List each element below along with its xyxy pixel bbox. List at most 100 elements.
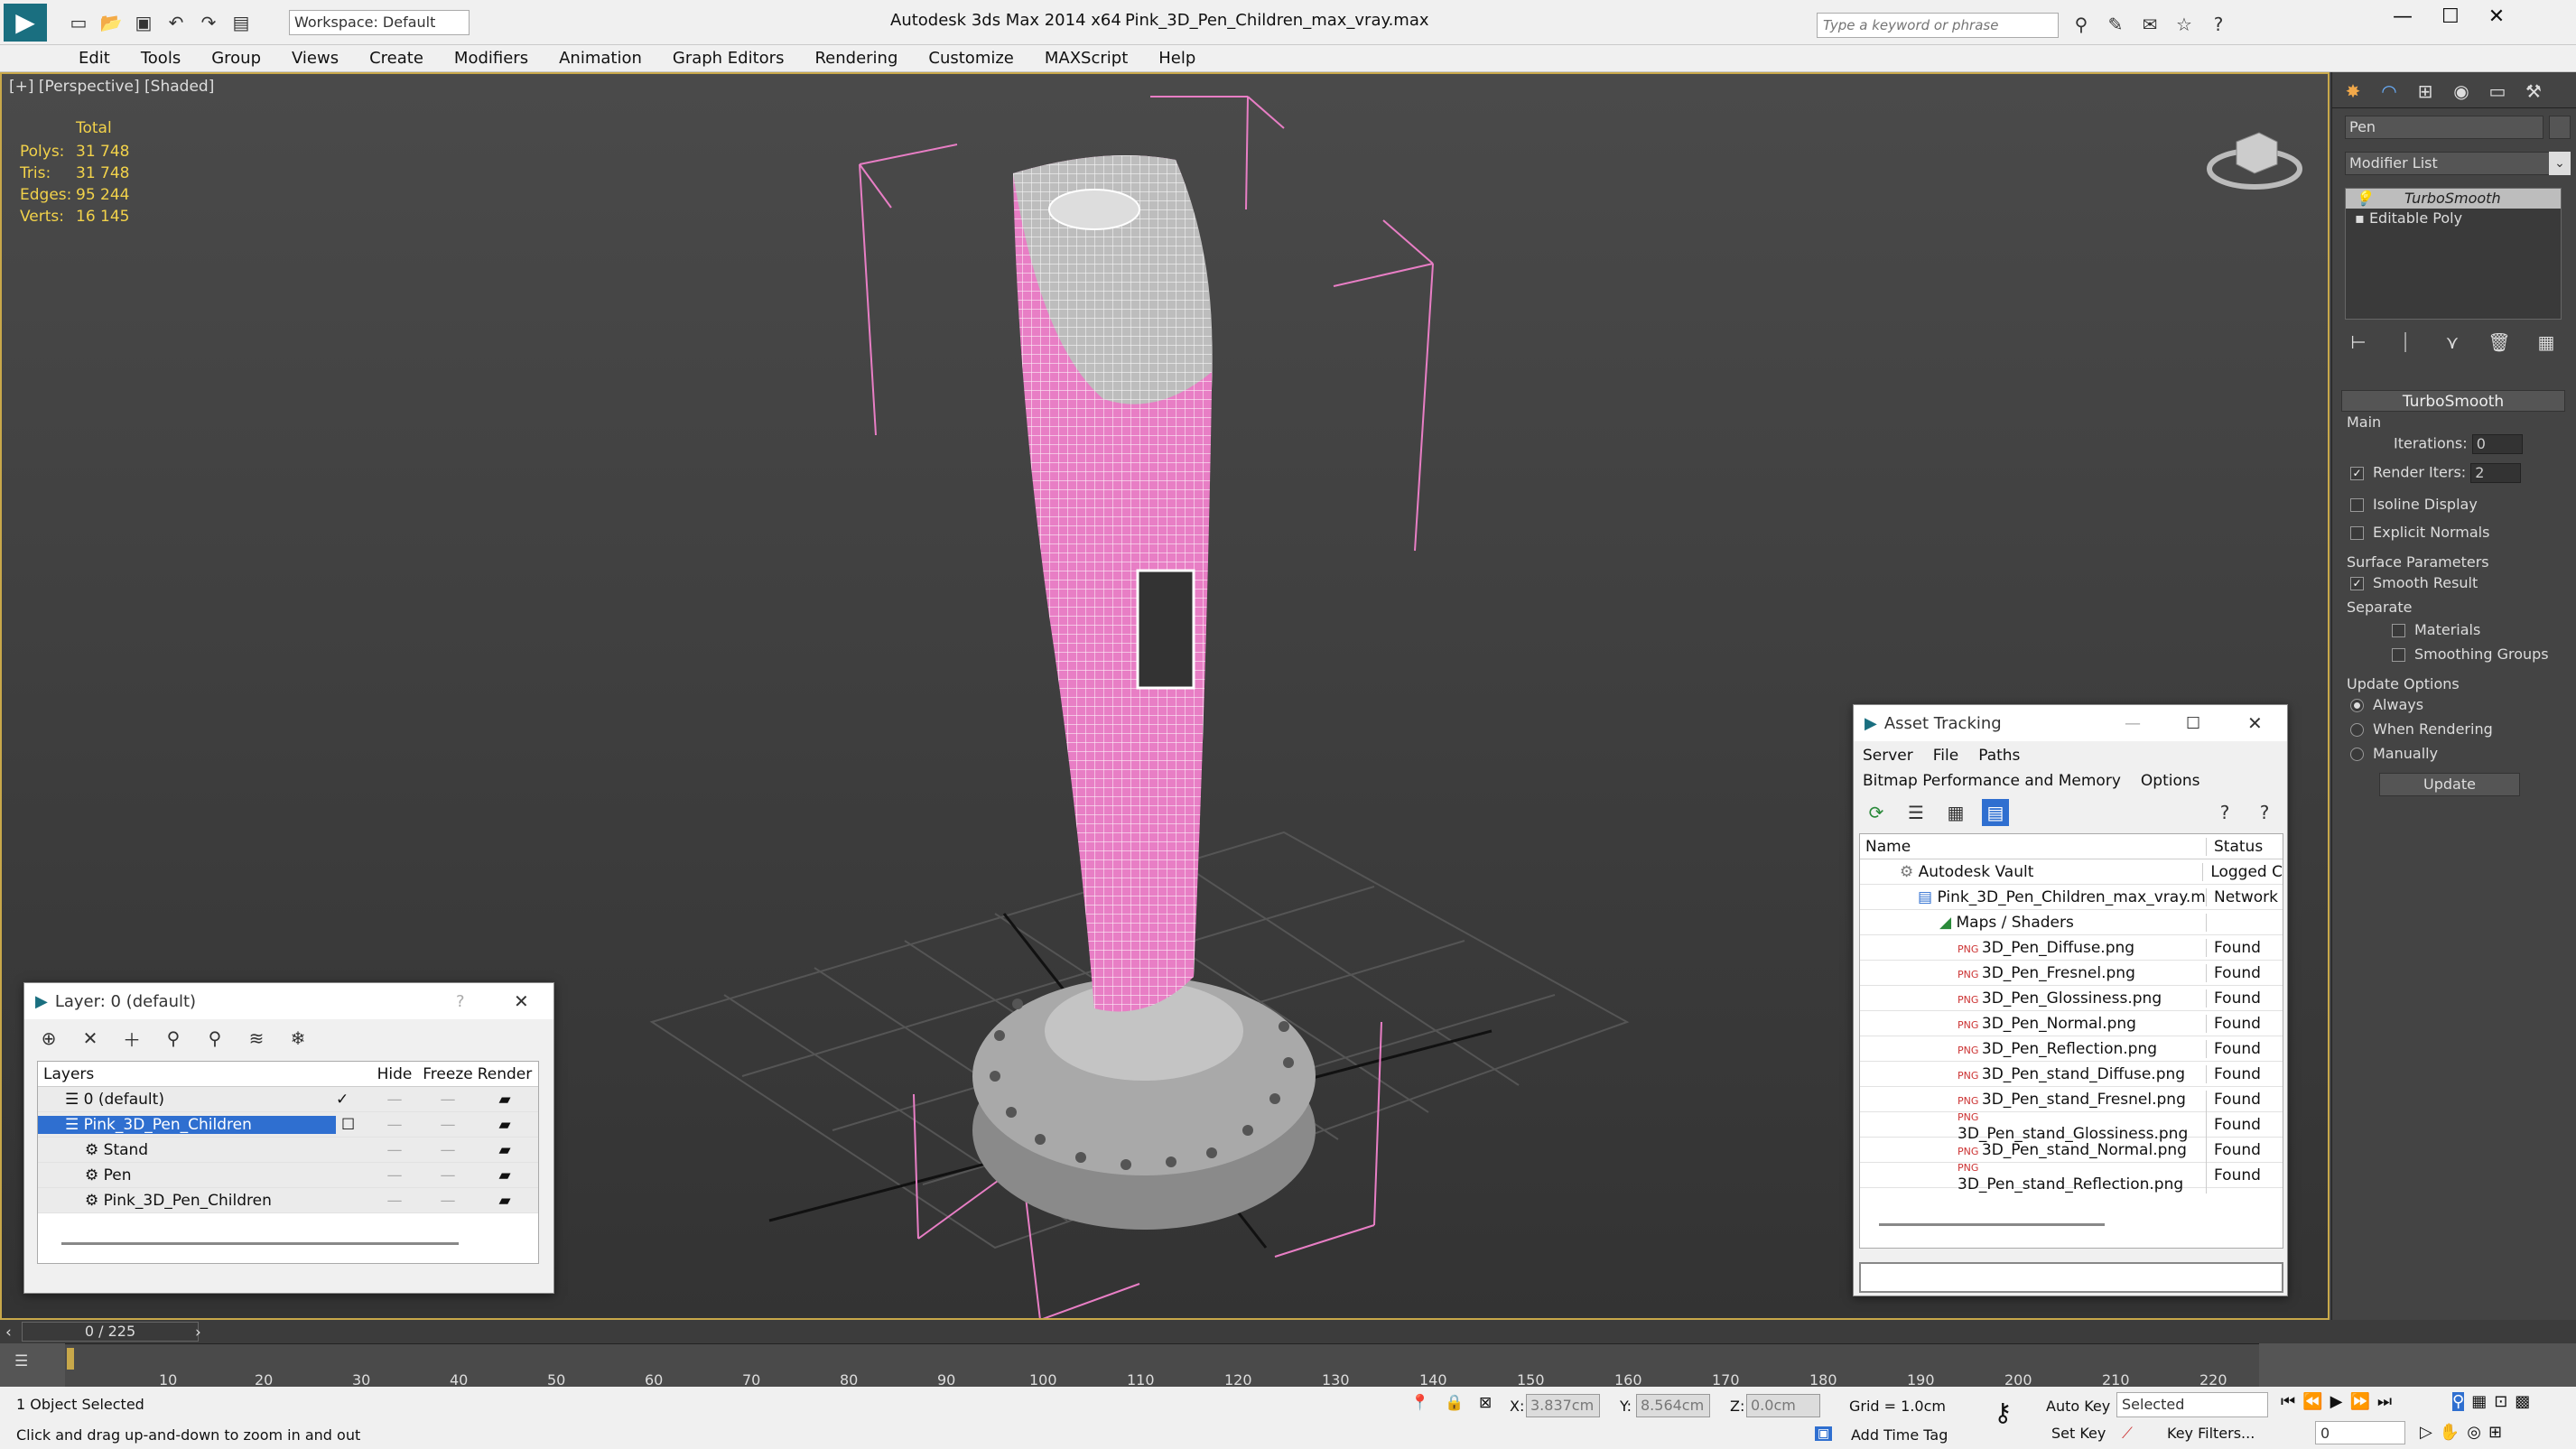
- asset-row[interactable]: ▤ Pink_3D_Pen_Children_max_vray.max Netwo…: [1860, 885, 2283, 910]
- vault-info-icon[interactable]: ?: [2251, 799, 2278, 826]
- orbit-icon[interactable]: ◎: [2467, 1423, 2481, 1442]
- y-coord-field[interactable]: 8.564cm: [1636, 1394, 1710, 1417]
- asset-scrollbar[interactable]: [1879, 1223, 2105, 1226]
- hierarchy-tab-icon[interactable]: ⊞: [2412, 78, 2439, 105]
- highlight-layer-icon[interactable]: ⚲: [201, 1025, 228, 1052]
- always-radio[interactable]: [2350, 699, 2364, 712]
- viewcube-icon[interactable]: [2205, 115, 2304, 196]
- hide-all-icon[interactable]: ≋: [243, 1025, 270, 1052]
- subscription-icon[interactable]: ✎: [2102, 11, 2129, 38]
- render-iters-checkbox[interactable]: ✓: [2350, 466, 2364, 480]
- when-rendering-radio[interactable]: [2350, 723, 2364, 737]
- prev-key-icon[interactable]: ⏪: [2302, 1392, 2322, 1411]
- layer-dialog-header[interactable]: ▶ Layer: 0 (default) ? ✕: [24, 983, 553, 1019]
- iterations-spinner[interactable]: 0: [2471, 434, 2523, 454]
- menu-group[interactable]: Group: [196, 49, 276, 68]
- layer-row[interactable]: ⚙ Pen — — ▰: [38, 1163, 538, 1188]
- thumbnail-icon[interactable]: ▦: [1942, 799, 1969, 826]
- layer-row[interactable]: ☰ 0 (default) ✓ — — ▰: [38, 1087, 538, 1112]
- render-icon[interactable]: ▰: [475, 1166, 535, 1184]
- zoom-extents-icon[interactable]: ⊡: [2494, 1392, 2507, 1411]
- zoom-all-icon[interactable]: ▦: [2471, 1392, 2487, 1411]
- list-view-icon[interactable]: ☰: [1902, 799, 1930, 826]
- open-file-icon[interactable]: 📂: [98, 9, 125, 36]
- delete-layer-icon[interactable]: ✕: [77, 1025, 104, 1052]
- smooth-result-checkbox[interactable]: ✓: [2350, 577, 2364, 590]
- asset-menu-paths[interactable]: Paths: [1978, 747, 2020, 765]
- maximize-viewport-icon[interactable]: ⊞: [2488, 1423, 2502, 1442]
- render-icon[interactable]: ▰: [475, 1192, 535, 1210]
- set-current-box-icon[interactable]: ☐: [336, 1116, 368, 1134]
- motion-tab-icon[interactable]: ◉: [2448, 78, 2475, 105]
- menu-rendering[interactable]: Rendering: [799, 49, 913, 68]
- minimize-icon[interactable]: —: [2393, 5, 2413, 28]
- goto-end-icon[interactable]: ⏭: [2377, 1392, 2392, 1411]
- asset-row[interactable]: PNG 3D_Pen_stand_Glossiness.png Found: [1860, 1106, 2283, 1143]
- field-of-view-icon[interactable]: ▷: [2420, 1423, 2432, 1442]
- create-layer-icon[interactable]: ⊕: [35, 1025, 62, 1052]
- asset-maximize-icon[interactable]: ☐: [2186, 714, 2200, 733]
- freeze-all-icon[interactable]: ❄: [284, 1025, 312, 1052]
- play-icon[interactable]: ▶: [2330, 1392, 2343, 1411]
- object-color-swatch[interactable]: [2549, 116, 2571, 139]
- trackbar-key-icon[interactable]: ☰: [14, 1352, 42, 1374]
- update-button[interactable]: Update: [2379, 773, 2520, 796]
- zoom-extents-all-icon[interactable]: ▩: [2515, 1392, 2530, 1411]
- favorites-icon[interactable]: ☆: [2171, 11, 2198, 38]
- absolute-mode-icon[interactable]: ⊠: [1479, 1394, 1492, 1412]
- zoom-icon[interactable]: ⚲: [2452, 1392, 2465, 1411]
- asset-row[interactable]: ⚙ Autodesk Vault Logged C: [1860, 859, 2283, 885]
- undo-icon[interactable]: ↶: [163, 9, 190, 36]
- selected-dropdown[interactable]: Selected: [2116, 1392, 2268, 1417]
- configure-sets-icon[interactable]: ▦: [2533, 329, 2560, 356]
- asset-row[interactable]: PNG 3D_Pen_stand_Reflection.png Found: [1860, 1156, 2283, 1194]
- z-coord-field[interactable]: 0.0cm: [1746, 1394, 1820, 1417]
- communication-icon[interactable]: ✉: [2136, 11, 2163, 38]
- asset-row[interactable]: ◢ Maps / Shaders: [1860, 910, 2283, 935]
- display-tab-icon[interactable]: ▭: [2484, 78, 2511, 105]
- menu-graph-editors[interactable]: Graph Editors: [657, 49, 800, 68]
- close-icon[interactable]: ✕: [2488, 5, 2505, 28]
- menu-maxscript[interactable]: MAXScript: [1029, 49, 1143, 68]
- project-icon[interactable]: ▤: [228, 9, 255, 36]
- render-icon[interactable]: ▰: [475, 1091, 535, 1109]
- asset-close-icon[interactable]: ✕: [2247, 712, 2263, 734]
- asset-row[interactable]: PNG 3D_Pen_stand_Diffuse.png Found: [1860, 1062, 2283, 1087]
- stack-item-editable-poly[interactable]: ▪ Editable Poly: [2346, 209, 2561, 228]
- manually-radio[interactable]: [2350, 748, 2364, 761]
- menu-modifiers[interactable]: Modifiers: [439, 49, 544, 68]
- isolate-icon[interactable]: 📍: [1410, 1394, 1429, 1412]
- track-bar[interactable]: ☰ 10 20 30 40 50 60 70 80 90 100 110 120…: [0, 1343, 2576, 1389]
- x-coord-field[interactable]: 3.837cm: [1526, 1394, 1600, 1417]
- render-icon[interactable]: ▰: [475, 1116, 535, 1134]
- select-in-layer-icon[interactable]: ⚲: [160, 1025, 187, 1052]
- layer-help-button[interactable]: ?: [456, 992, 465, 1011]
- remove-modifier-icon[interactable]: 🗑: [2486, 329, 2513, 356]
- add-to-layer-icon[interactable]: ＋: [118, 1025, 145, 1052]
- menu-create[interactable]: Create: [354, 49, 439, 68]
- explicit-normals-checkbox[interactable]: [2350, 526, 2364, 540]
- asset-row[interactable]: PNG 3D_Pen_Normal.png Found: [1860, 1011, 2283, 1036]
- asset-minimize-icon[interactable]: —: [2125, 714, 2141, 733]
- redo-icon[interactable]: ↷: [195, 9, 222, 36]
- isoline-checkbox[interactable]: [2350, 498, 2364, 512]
- new-file-icon[interactable]: ▭: [65, 9, 92, 36]
- materials-checkbox[interactable]: [2392, 624, 2405, 637]
- menu-customize[interactable]: Customize: [913, 49, 1028, 68]
- current-frame-marker[interactable]: [67, 1348, 74, 1370]
- trackbar-ruler[interactable]: 10 20 30 40 50 60 70 80 90 100 110 120 1…: [65, 1343, 2259, 1389]
- lock-selection-icon[interactable]: 🔒: [1445, 1394, 1464, 1412]
- menu-animation[interactable]: Animation: [544, 49, 657, 68]
- lightbulb-icon[interactable]: 💡: [2355, 190, 2377, 207]
- asset-menu-file[interactable]: File: [1933, 747, 1958, 765]
- asset-row[interactable]: PNG 3D_Pen_Reflection.png Found: [1860, 1036, 2283, 1062]
- utilities-tab-icon[interactable]: ⚒: [2520, 78, 2547, 105]
- asset-menu-options[interactable]: Options: [2141, 772, 2200, 790]
- binoculars-icon[interactable]: ⚲: [2068, 11, 2095, 38]
- next-frame-arrow-icon[interactable]: ›: [195, 1324, 201, 1342]
- menu-tools[interactable]: Tools: [126, 49, 196, 68]
- chevron-down-icon[interactable]: ⌄: [2549, 152, 2571, 175]
- refresh-icon[interactable]: ⟳: [1863, 799, 1890, 826]
- vault-help-icon[interactable]: ?: [2211, 799, 2238, 826]
- create-tab-icon[interactable]: ✸: [2339, 78, 2367, 105]
